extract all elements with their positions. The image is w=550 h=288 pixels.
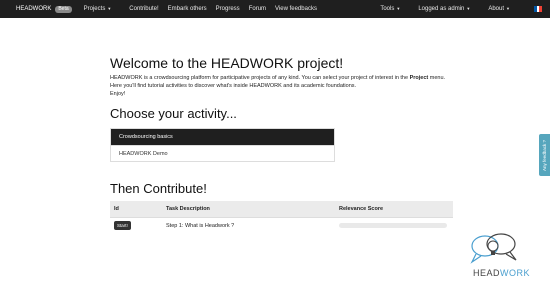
beta-badge: Beta xyxy=(55,5,72,13)
intro-project-bold: Project xyxy=(409,75,429,81)
french-flag-icon[interactable] xyxy=(534,6,543,12)
top-navbar: HEADWORK Beta Projects ▼ Contribute! Emba… xyxy=(0,0,550,18)
intro-enjoy: Enjoy! xyxy=(110,91,126,97)
main-content: Welcome to the HEADWORK project! HEADWOR… xyxy=(110,55,455,234)
table-row: Start! Step 1: What is Headwork ? xyxy=(110,216,453,234)
chevron-down-icon: ▼ xyxy=(396,6,401,11)
cell-task-description: Step 1: What is Headwork ? xyxy=(162,216,335,234)
headwork-logo-text: HEADWORK xyxy=(473,268,530,278)
nav-embark-others[interactable]: Embark others xyxy=(168,6,207,12)
task-table: Id Task Description Relevance Score Star… xyxy=(110,201,453,234)
nav-about-label[interactable]: About xyxy=(488,6,504,12)
flag-stripe-red xyxy=(539,6,543,12)
nav-contribute[interactable]: Contribute! xyxy=(129,6,158,12)
brand[interactable]: HEADWORK Beta xyxy=(16,5,72,13)
nav-user-menu[interactable]: Logged as admin ▼ xyxy=(418,6,479,12)
header-relevance-score: Relevance Score xyxy=(335,201,453,217)
nav-tools-label[interactable]: Tools xyxy=(380,6,394,12)
nav-left: Projects ▼ Contribute! Embark others Prog… xyxy=(84,6,326,12)
logo-text-accent: WORK xyxy=(500,268,531,278)
page-title: Welcome to the HEADWORK project! xyxy=(110,55,344,71)
activity-crowdsourcing-basics[interactable]: Crowdsourcing basics xyxy=(111,129,334,145)
nav-projects-label[interactable]: Projects xyxy=(84,6,106,12)
header-id: Id xyxy=(110,201,162,217)
header-task-description: Task Description xyxy=(162,201,335,217)
activity-list: Crowdsourcing basics HEADWORK Demo xyxy=(110,128,335,162)
nav-forum[interactable]: Forum xyxy=(249,6,266,12)
logo-text-dark: HEAD xyxy=(473,268,501,278)
cell-relevance-score xyxy=(335,216,453,234)
relevance-progress-bar xyxy=(339,223,447,229)
nav-tools[interactable]: Tools ▼ xyxy=(380,6,409,12)
intro-line-1: HEADWORK is a crowdsourcing platform for… xyxy=(110,75,409,81)
nav-progress[interactable]: Progress xyxy=(216,6,240,12)
chevron-down-icon: ▼ xyxy=(466,6,471,11)
intro-text: HEADWORK is a crowdsourcing platform for… xyxy=(110,74,455,98)
table-header-row: Id Task Description Relevance Score xyxy=(110,201,453,217)
headwork-logo-icon xyxy=(470,233,517,264)
nav-right: Tools ▼ Logged as admin ▼ About ▼ xyxy=(380,6,543,12)
contribute-heading: Then Contribute! xyxy=(110,181,207,196)
chevron-down-icon: ▼ xyxy=(506,6,510,11)
activity-headwork-demo[interactable]: HEADWORK Demo xyxy=(111,145,334,161)
chevron-down-icon: ▼ xyxy=(107,6,112,11)
nav-about[interactable]: About ▼ xyxy=(488,6,519,12)
cell-id: Start! xyxy=(110,216,162,234)
nav-user-label[interactable]: Logged as admin xyxy=(418,6,464,12)
brand-name[interactable]: HEADWORK xyxy=(16,6,51,12)
start-button[interactable]: Start! xyxy=(114,221,131,231)
choose-activity-heading: Choose your activity... xyxy=(110,106,237,121)
feedback-tab[interactable]: Any feedback ? xyxy=(539,134,550,176)
nav-view-feedbacks[interactable]: View feedbacks xyxy=(275,6,317,12)
nav-projects[interactable]: Projects ▼ xyxy=(84,6,121,12)
